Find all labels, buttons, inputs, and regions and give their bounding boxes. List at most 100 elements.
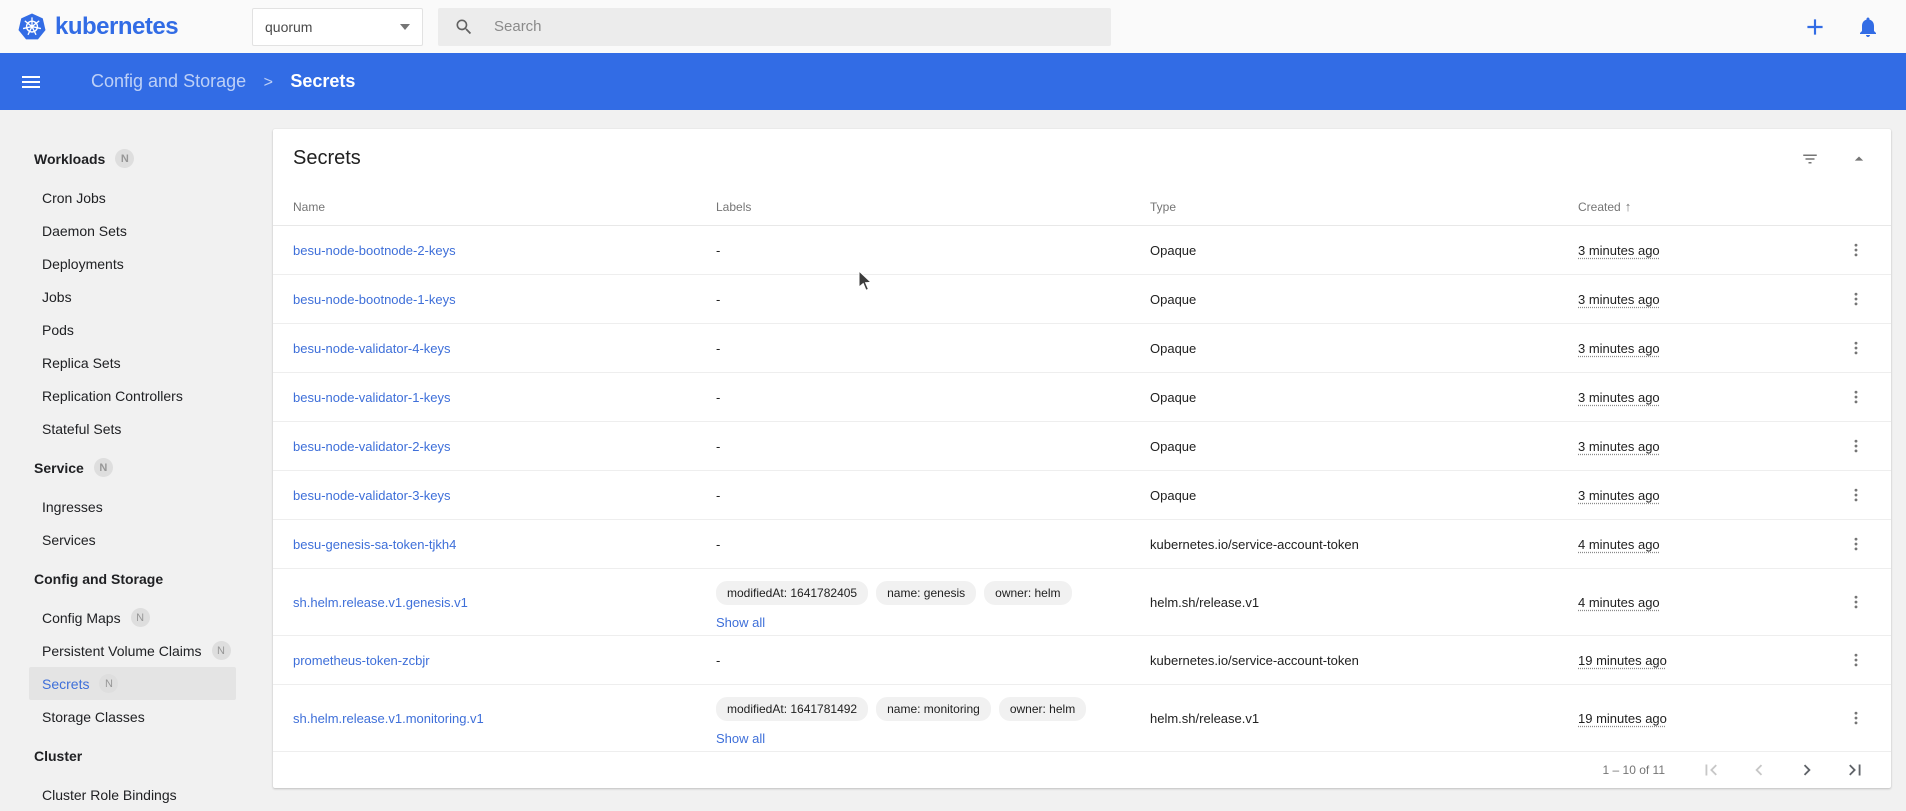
secret-name-link[interactable]: prometheus-token-zcbjr xyxy=(293,653,430,668)
namespace-selector[interactable]: quorum xyxy=(252,8,423,46)
show-all-link[interactable]: Show all xyxy=(716,731,765,746)
secret-name-link[interactable]: besu-node-bootnode-1-keys xyxy=(293,292,456,307)
row-actions-menu-button[interactable] xyxy=(1841,587,1871,617)
labels-cell: - xyxy=(716,439,1150,454)
created-time: 3 minutes ago xyxy=(1578,243,1660,258)
secret-name-link[interactable]: besu-node-validator-3-keys xyxy=(293,488,451,503)
sidebar-item-daemon-sets[interactable]: Daemon Sets xyxy=(29,214,236,247)
actions-cell xyxy=(1798,480,1871,510)
sidebar-item-label: Secrets xyxy=(42,676,89,692)
name-cell: sh.helm.release.v1.genesis.v1 xyxy=(293,595,716,610)
row-actions-menu-button[interactable] xyxy=(1841,529,1871,559)
type-cell: Opaque xyxy=(1150,439,1578,454)
row-actions-menu-button[interactable] xyxy=(1841,703,1871,733)
sidebar-item-secrets[interactable]: Secrets N xyxy=(29,667,236,700)
name-cell: besu-node-bootnode-2-keys xyxy=(293,243,716,258)
sidebar-item-label: Replica Sets xyxy=(42,355,121,371)
sidebar-item-replication-controllers[interactable]: Replication Controllers xyxy=(29,379,236,412)
next-page-button[interactable] xyxy=(1783,752,1831,788)
type-value: Opaque xyxy=(1150,341,1196,356)
sidebar-item-jobs[interactable]: Jobs xyxy=(29,280,236,313)
previous-page-button xyxy=(1735,752,1783,788)
column-header-created[interactable]: Created↑ xyxy=(1578,199,1798,214)
column-header-type[interactable]: Type xyxy=(1150,200,1578,214)
notifications-button[interactable] xyxy=(1856,15,1880,39)
sidebar-item-stateful-sets[interactable]: Stateful Sets xyxy=(29,412,236,445)
secret-name-link[interactable]: besu-node-validator-4-keys xyxy=(293,341,451,356)
name-cell: besu-node-bootnode-1-keys xyxy=(293,292,716,307)
name-cell: sh.helm.release.v1.monitoring.v1 xyxy=(293,711,716,726)
sidebar-item-persistent-volume-claims[interactable]: Persistent Volume ClaimsN xyxy=(29,634,236,667)
sidebar-item-deployments[interactable]: Deployments xyxy=(29,247,236,280)
sort-arrow-icon: ↑ xyxy=(1625,199,1632,214)
created-cell: 4 minutes ago xyxy=(1578,537,1798,552)
actions-cell xyxy=(1798,587,1871,617)
row-actions-menu-button[interactable] xyxy=(1841,284,1871,314)
sidebar-item-services[interactable]: Services xyxy=(29,523,236,556)
sidebar-item-cron-jobs[interactable]: Cron Jobs xyxy=(29,181,236,214)
created-cell: 3 minutes ago xyxy=(1578,488,1798,503)
type-value: Opaque xyxy=(1150,243,1196,258)
column-header-name[interactable]: Name xyxy=(293,200,716,214)
name-cell: besu-node-validator-2-keys xyxy=(293,439,716,454)
created-cell: 19 minutes ago xyxy=(1578,653,1798,668)
secret-name-link[interactable]: besu-node-bootnode-2-keys xyxy=(293,243,456,258)
secret-name-link[interactable]: besu-node-validator-2-keys xyxy=(293,439,451,454)
show-all-link[interactable]: Show all xyxy=(716,615,765,630)
table-row: besu-node-validator-4-keys-Opaque3 minut… xyxy=(273,324,1891,373)
breadcrumb-parent-link[interactable]: Config and Storage xyxy=(91,71,246,91)
pagination-range-label: 1 – 10 of 11 xyxy=(1603,763,1666,777)
filter-button[interactable] xyxy=(1801,150,1819,168)
row-actions-menu-button[interactable] xyxy=(1841,645,1871,675)
sidebar-item-pods[interactable]: Pods xyxy=(29,313,236,346)
labels-value: - xyxy=(716,653,720,668)
breadcrumb-bar: Config and Storage > Secrets xyxy=(0,53,1906,110)
type-cell: kubernetes.io/service-account-token xyxy=(1150,537,1578,552)
sidebar-section-label: Workloads xyxy=(34,151,105,167)
kebab-icon xyxy=(1847,535,1865,553)
search-input[interactable] xyxy=(492,17,1052,36)
row-actions-menu-button[interactable] xyxy=(1841,235,1871,265)
logo-wordmark: kubernetes xyxy=(55,13,178,41)
label-chip: name: genesis xyxy=(876,581,976,605)
table-row: sh.helm.release.v1.monitoring.v1modified… xyxy=(273,685,1891,752)
created-time: 19 minutes ago xyxy=(1578,711,1667,726)
row-actions-menu-button[interactable] xyxy=(1841,480,1871,510)
sidebar-item-ingresses[interactable]: Ingresses xyxy=(29,490,236,523)
sidebar-section-workloads: WorkloadsNCron JobsDaemon SetsDeployment… xyxy=(0,142,273,445)
namespaced-badge: N xyxy=(99,674,118,693)
sidebar-item-storage-classes[interactable]: Storage Classes xyxy=(29,700,236,733)
secret-name-link[interactable]: besu-genesis-sa-token-tjkh4 xyxy=(293,537,456,552)
kebab-icon xyxy=(1847,388,1865,406)
secret-name-link[interactable]: sh.helm.release.v1.monitoring.v1 xyxy=(293,711,484,726)
sidebar-item-label: Stateful Sets xyxy=(42,421,121,437)
sidebar-item-cluster-role-bindings[interactable]: Cluster Role Bindings xyxy=(29,778,236,811)
namespace-selector-value: quorum xyxy=(265,19,312,35)
label-chip: name: monitoring xyxy=(876,697,991,721)
name-cell: besu-node-validator-3-keys xyxy=(293,488,716,503)
secret-name-link[interactable]: besu-node-validator-1-keys xyxy=(293,390,451,405)
last-page-button[interactable] xyxy=(1831,752,1879,788)
created-cell: 3 minutes ago xyxy=(1578,390,1798,405)
sidebar-item-replica-sets[interactable]: Replica Sets xyxy=(29,346,236,379)
labels-cell: - xyxy=(716,653,1150,668)
row-actions-menu-button[interactable] xyxy=(1841,431,1871,461)
menu-toggle-button[interactable] xyxy=(19,70,43,94)
secrets-card: Secrets NameLabelsTypeCreated↑ besu-n xyxy=(273,129,1891,788)
created-cell: 3 minutes ago xyxy=(1578,243,1798,258)
name-cell: besu-node-validator-4-keys xyxy=(293,341,716,356)
collapse-card-button[interactable] xyxy=(1849,149,1869,169)
row-actions-menu-button[interactable] xyxy=(1841,333,1871,363)
row-actions-menu-button[interactable] xyxy=(1841,382,1871,412)
created-time: 3 minutes ago xyxy=(1578,292,1660,307)
secret-name-link[interactable]: sh.helm.release.v1.genesis.v1 xyxy=(293,595,468,610)
actions-cell xyxy=(1798,382,1871,412)
type-cell: Opaque xyxy=(1150,292,1578,307)
create-resource-button[interactable] xyxy=(1802,14,1828,40)
column-header-labels[interactable]: Labels xyxy=(716,200,1150,214)
labels-value: - xyxy=(716,243,720,258)
type-value: helm.sh/release.v1 xyxy=(1150,595,1259,610)
sidebar-item-config-maps[interactable]: Config MapsN xyxy=(29,601,236,634)
main-content: Secrets NameLabelsTypeCreated↑ besu-n xyxy=(273,110,1906,789)
actions-cell xyxy=(1798,431,1871,461)
